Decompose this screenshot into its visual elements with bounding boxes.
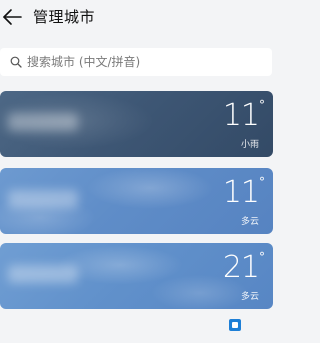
page-title: 管理城市 <box>33 8 96 26</box>
city-card[interactable]: 11 ° 小雨 <box>0 91 273 157</box>
temperature: 21 <box>222 250 260 285</box>
weather-condition: 多云 <box>240 217 259 227</box>
temperature: 11 <box>222 175 260 210</box>
city-card[interactable]: 21 ° 多云 <box>0 243 273 309</box>
search-box[interactable] <box>0 48 272 76</box>
city-name-blurred <box>8 113 78 131</box>
weather-condition: 小雨 <box>240 140 259 150</box>
city-card[interactable]: 11 ° 多云 <box>0 168 273 234</box>
city-name-blurred <box>8 190 78 208</box>
arrow-left-icon <box>3 9 22 25</box>
search-input[interactable] <box>27 48 263 76</box>
header: 管理城市 <box>0 0 280 36</box>
site-watermark <box>229 318 277 332</box>
watermark-logo-icon <box>229 319 241 331</box>
back-button[interactable] <box>2 6 24 28</box>
degree-symbol: ° <box>259 98 265 112</box>
city-name-blurred <box>8 265 78 283</box>
degree-symbol: ° <box>259 175 265 189</box>
degree-symbol: ° <box>259 250 265 264</box>
temperature: 11 <box>222 98 260 133</box>
weather-condition: 多云 <box>240 292 259 302</box>
search-icon <box>10 56 22 68</box>
